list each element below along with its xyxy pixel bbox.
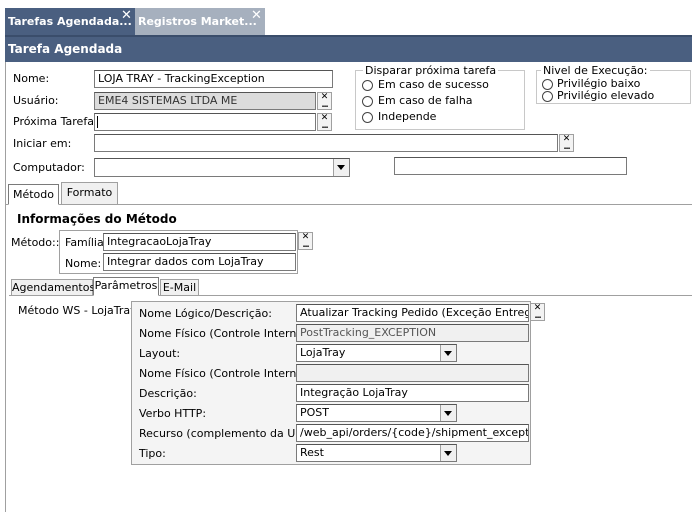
radio-falha-label: Em caso de falha [378,94,473,107]
tab-formato[interactable]: Formato [61,182,118,204]
param-label: Nome Físico (Controle Interno): [139,327,312,340]
close-icon[interactable]: ✕ [121,8,132,23]
ellipsis-icon: ... [321,121,328,130]
radio-privilegio-elevado-label: Privilégio elevado [557,89,655,102]
disparar-title: Disparar próxima tarefa [363,64,499,78]
tab-label: Registros Market... [138,15,257,28]
tab-registros-market[interactable]: Registros Market... ✕ [135,8,265,35]
param-descricao-field[interactable]: Integração LojaTray [296,384,529,402]
iniciar-em-field[interactable] [94,134,558,152]
tab-label: Tarefas Agendada... [8,15,132,28]
param-layout-select[interactable]: LojaTray [296,344,457,362]
param-label: Layout: [139,347,181,360]
familia-field[interactable]: IntegracaoLojaTray [103,233,296,251]
close-icon[interactable]: ✕ [251,8,262,23]
iniciar-em-label: Iniciar em: [13,137,72,150]
ellipsis-icon: ... [302,240,309,249]
tab-agendamentos[interactable]: Agendamentos [11,279,95,295]
panel-header: Tarefa Agendada [5,35,692,62]
ellipsis-icon: ... [321,100,328,109]
chevron-down-icon[interactable] [440,345,456,361]
proxima-tarefa-label: Próxima Tarefa: [13,115,98,128]
tab-tarefas-agendadas[interactable]: Tarefas Agendada... ✕ [5,8,135,35]
param-label: Recurso (complemento da URL): [139,427,318,440]
param-nome-fisico-2-field [296,364,529,382]
radio-independe-label: Independe [378,110,437,123]
main-tabs-baseline [6,204,692,205]
param-layout-value: LojaTray [300,346,346,359]
iniciar-em-picker-button[interactable]: ✕... [559,134,574,152]
ellipsis-icon: ... [534,311,541,320]
proxima-tarefa-field[interactable] [94,113,316,131]
proxima-tarefa-picker-button[interactable]: ✕... [317,113,332,131]
text-cursor [97,116,98,128]
param-label: Tipo: [139,447,166,460]
param-label: Nome Físico (Controle Interno): [139,367,312,380]
radio-privilegio-elevado[interactable] [542,91,553,102]
metodo-nome-label: Nome: [65,257,102,270]
panel-title: Tarefa Agendada [8,42,123,56]
param-recurso-field[interactable]: /web_api/orders/{code}/shipment_exceptio… [296,424,529,442]
tab-metodo[interactable]: Método [8,184,59,205]
param-tipo-value: Rest [300,446,324,459]
param-label: Descrição: [139,387,197,400]
nome-field[interactable]: LOJA TRAY - TrackingException [94,70,333,88]
param-verbo-http-select[interactable]: POST [296,404,457,422]
chevron-down-icon[interactable] [440,405,456,421]
param-nome-logico-field[interactable]: Atualizar Tracking Pedido (Exceção Entre… [296,304,529,322]
usuario-label: Usuário: [13,94,59,107]
radio-sucesso-label: Em caso de sucesso [378,78,489,91]
param-nome-logico-picker-button[interactable]: ✕... [530,303,545,321]
radio-independe[interactable] [362,112,373,123]
metodo-nome-field[interactable]: Integrar dados com LojaTray [103,253,296,271]
ws-label: Método WS - LojaTray [18,304,137,317]
param-tipo-select[interactable]: Rest [296,444,457,462]
nome-label: Nome: [13,72,50,85]
tab-email[interactable]: E-Mail [160,279,199,295]
metodo-label: Método:: [11,236,60,249]
param-verbo-http-value: POST [300,406,329,419]
param-nome-fisico-field: PostTracking_EXCEPTION [296,324,529,342]
radio-sucesso[interactable] [362,80,373,91]
usuario-picker-button[interactable]: ✕... [317,92,332,110]
computador-label: Computador: [13,161,85,174]
radio-falha[interactable] [362,96,373,107]
ellipsis-icon: ... [563,142,570,151]
param-label: Verbo HTTP: [139,407,207,420]
radio-privilegio-baixo[interactable] [542,79,553,90]
chevron-down-icon[interactable] [333,159,349,176]
nivel-title: Nivel de Execução: [541,64,650,78]
familia-label: Família: [65,236,108,249]
familia-picker-button[interactable]: ✕... [298,232,313,250]
section-title: Informações do Método [17,212,177,226]
param-label: Nome Lógico/Descrição: [139,307,272,320]
computador-select[interactable] [94,158,350,177]
chevron-down-icon[interactable] [440,445,456,461]
panel-left-border [5,62,6,512]
tab-parametros[interactable]: Parâmetros [93,277,159,296]
usuario-field: EME4 SISTEMAS LTDA ME [94,92,316,110]
computador-extra-field[interactable] [394,157,627,175]
